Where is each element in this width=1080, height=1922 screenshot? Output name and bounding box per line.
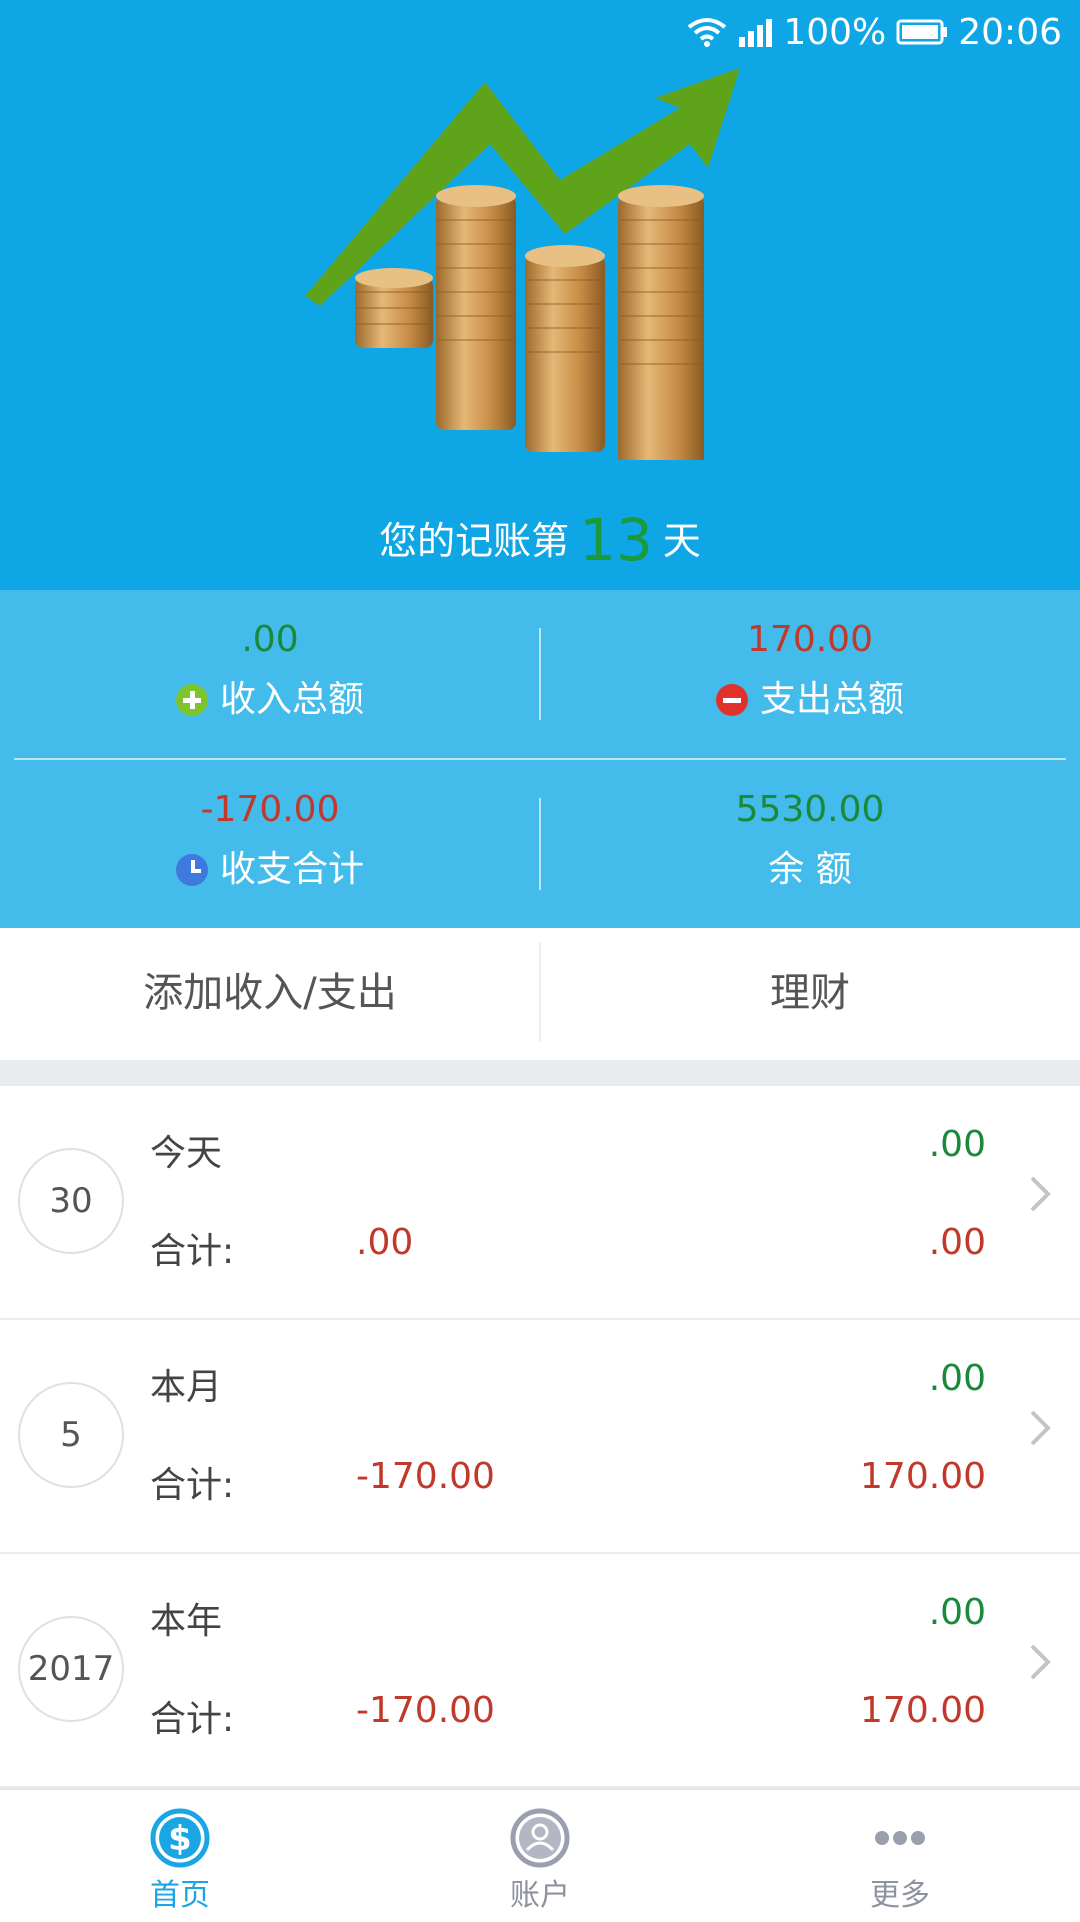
wifi-icon xyxy=(688,18,727,47)
nav-home-label: 首页 xyxy=(150,1878,210,1913)
minus-icon xyxy=(715,684,748,716)
nav-home[interactable]: $ 首页 xyxy=(0,1790,360,1922)
expense-total-label: 支出总额 xyxy=(759,679,904,720)
day-badge: 30 xyxy=(18,1148,124,1254)
period-row-today[interactable]: 30 今天 合计: .00 .00 .00 xyxy=(0,1086,1080,1320)
header-banner: 100% 20:06 您的记账第 13 天 xyxy=(0,0,1080,590)
bottom-nav: $ 首页 账户 更多 xyxy=(0,1788,1080,1922)
net-total-value: -170.00 xyxy=(200,789,340,830)
period-expense: 170.00 xyxy=(860,1456,986,1497)
period-row-month[interactable]: 5 本月 合计: -170.00 .00 170.00 xyxy=(0,1320,1080,1554)
period-title: 本年 xyxy=(150,1601,223,1642)
growth-coins-illustration xyxy=(305,68,740,460)
nav-account[interactable]: 账户 xyxy=(360,1790,720,1922)
income-total-cell: .00 收入总额 xyxy=(0,616,540,724)
period-title: 本月 xyxy=(150,1367,223,1408)
action-bar: 添加收入/支出 理财 xyxy=(0,928,1080,1048)
nav-more[interactable]: 更多 xyxy=(720,1790,1080,1922)
battery-icon xyxy=(896,19,948,45)
period-income: .00 xyxy=(928,1358,986,1399)
nav-more-label: 更多 xyxy=(870,1878,930,1913)
period-income: .00 xyxy=(928,1124,986,1165)
month-badge: 5 xyxy=(18,1382,124,1488)
days-prefix: 您的记账第 xyxy=(379,519,570,563)
chevron-right-icon xyxy=(1030,1644,1051,1680)
add-income-expense-button[interactable]: 添加收入/支出 xyxy=(0,928,540,1048)
year-badge: 2017 xyxy=(18,1616,124,1722)
more-dots-icon xyxy=(875,1831,925,1845)
clock-time: 20:06 xyxy=(958,11,1062,53)
period-row-year[interactable]: 2017 本年 合计: -170.00 .00 170.00 xyxy=(0,1554,1080,1788)
period-title: 今天 xyxy=(150,1133,223,1174)
net-total-cell: -170.00 收支合计 xyxy=(0,786,540,894)
divider xyxy=(539,628,541,720)
sum-label: 合计: xyxy=(150,1699,235,1740)
dollar-icon: $ xyxy=(150,1808,210,1868)
expense-total-value: 170.00 xyxy=(747,619,873,660)
balance-label: 余 额 xyxy=(768,849,852,890)
period-expense: .00 xyxy=(928,1222,986,1263)
period-net-total: -170.00 xyxy=(356,1456,495,1497)
chevron-right-icon xyxy=(1030,1410,1051,1446)
days-suffix: 天 xyxy=(662,519,701,563)
period-expense: 170.00 xyxy=(860,1690,986,1731)
clock-icon xyxy=(175,854,208,886)
sum-label: 合计: xyxy=(150,1231,235,1272)
balance-cell: 5530.00 余 额 xyxy=(540,786,1080,894)
svg-text:$: $ xyxy=(168,1819,192,1859)
nav-account-label: 账户 xyxy=(510,1878,570,1913)
expense-total-cell: 170.00 支出总额 xyxy=(540,616,1080,724)
user-icon xyxy=(510,1808,570,1868)
sum-label: 合计: xyxy=(150,1465,235,1506)
net-total-label: 收支合计 xyxy=(219,849,364,890)
bookkeeping-days-text: 您的记账第 13 天 xyxy=(0,500,1080,581)
finance-button[interactable]: 理财 xyxy=(540,928,1080,1048)
plus-icon xyxy=(175,684,208,716)
divider xyxy=(14,758,1066,760)
summary-panel: .00 收入总额 170.00 支出总额 -170.00 收支合计 5530.0… xyxy=(0,590,1080,928)
period-net-total: .00 xyxy=(356,1222,414,1263)
section-separator xyxy=(0,1060,1080,1086)
income-total-value: .00 xyxy=(241,619,299,660)
status-bar: 100% 20:06 xyxy=(687,8,1062,56)
divider xyxy=(539,798,541,890)
signal-icon xyxy=(739,19,773,47)
battery-percent: 100% xyxy=(783,11,887,53)
chevron-right-icon xyxy=(1030,1176,1051,1212)
balance-value: 5530.00 xyxy=(735,789,885,830)
income-total-label: 收入总额 xyxy=(219,679,364,720)
days-count: 13 xyxy=(579,506,653,574)
period-net-total: -170.00 xyxy=(356,1690,495,1731)
period-income: .00 xyxy=(928,1592,986,1633)
